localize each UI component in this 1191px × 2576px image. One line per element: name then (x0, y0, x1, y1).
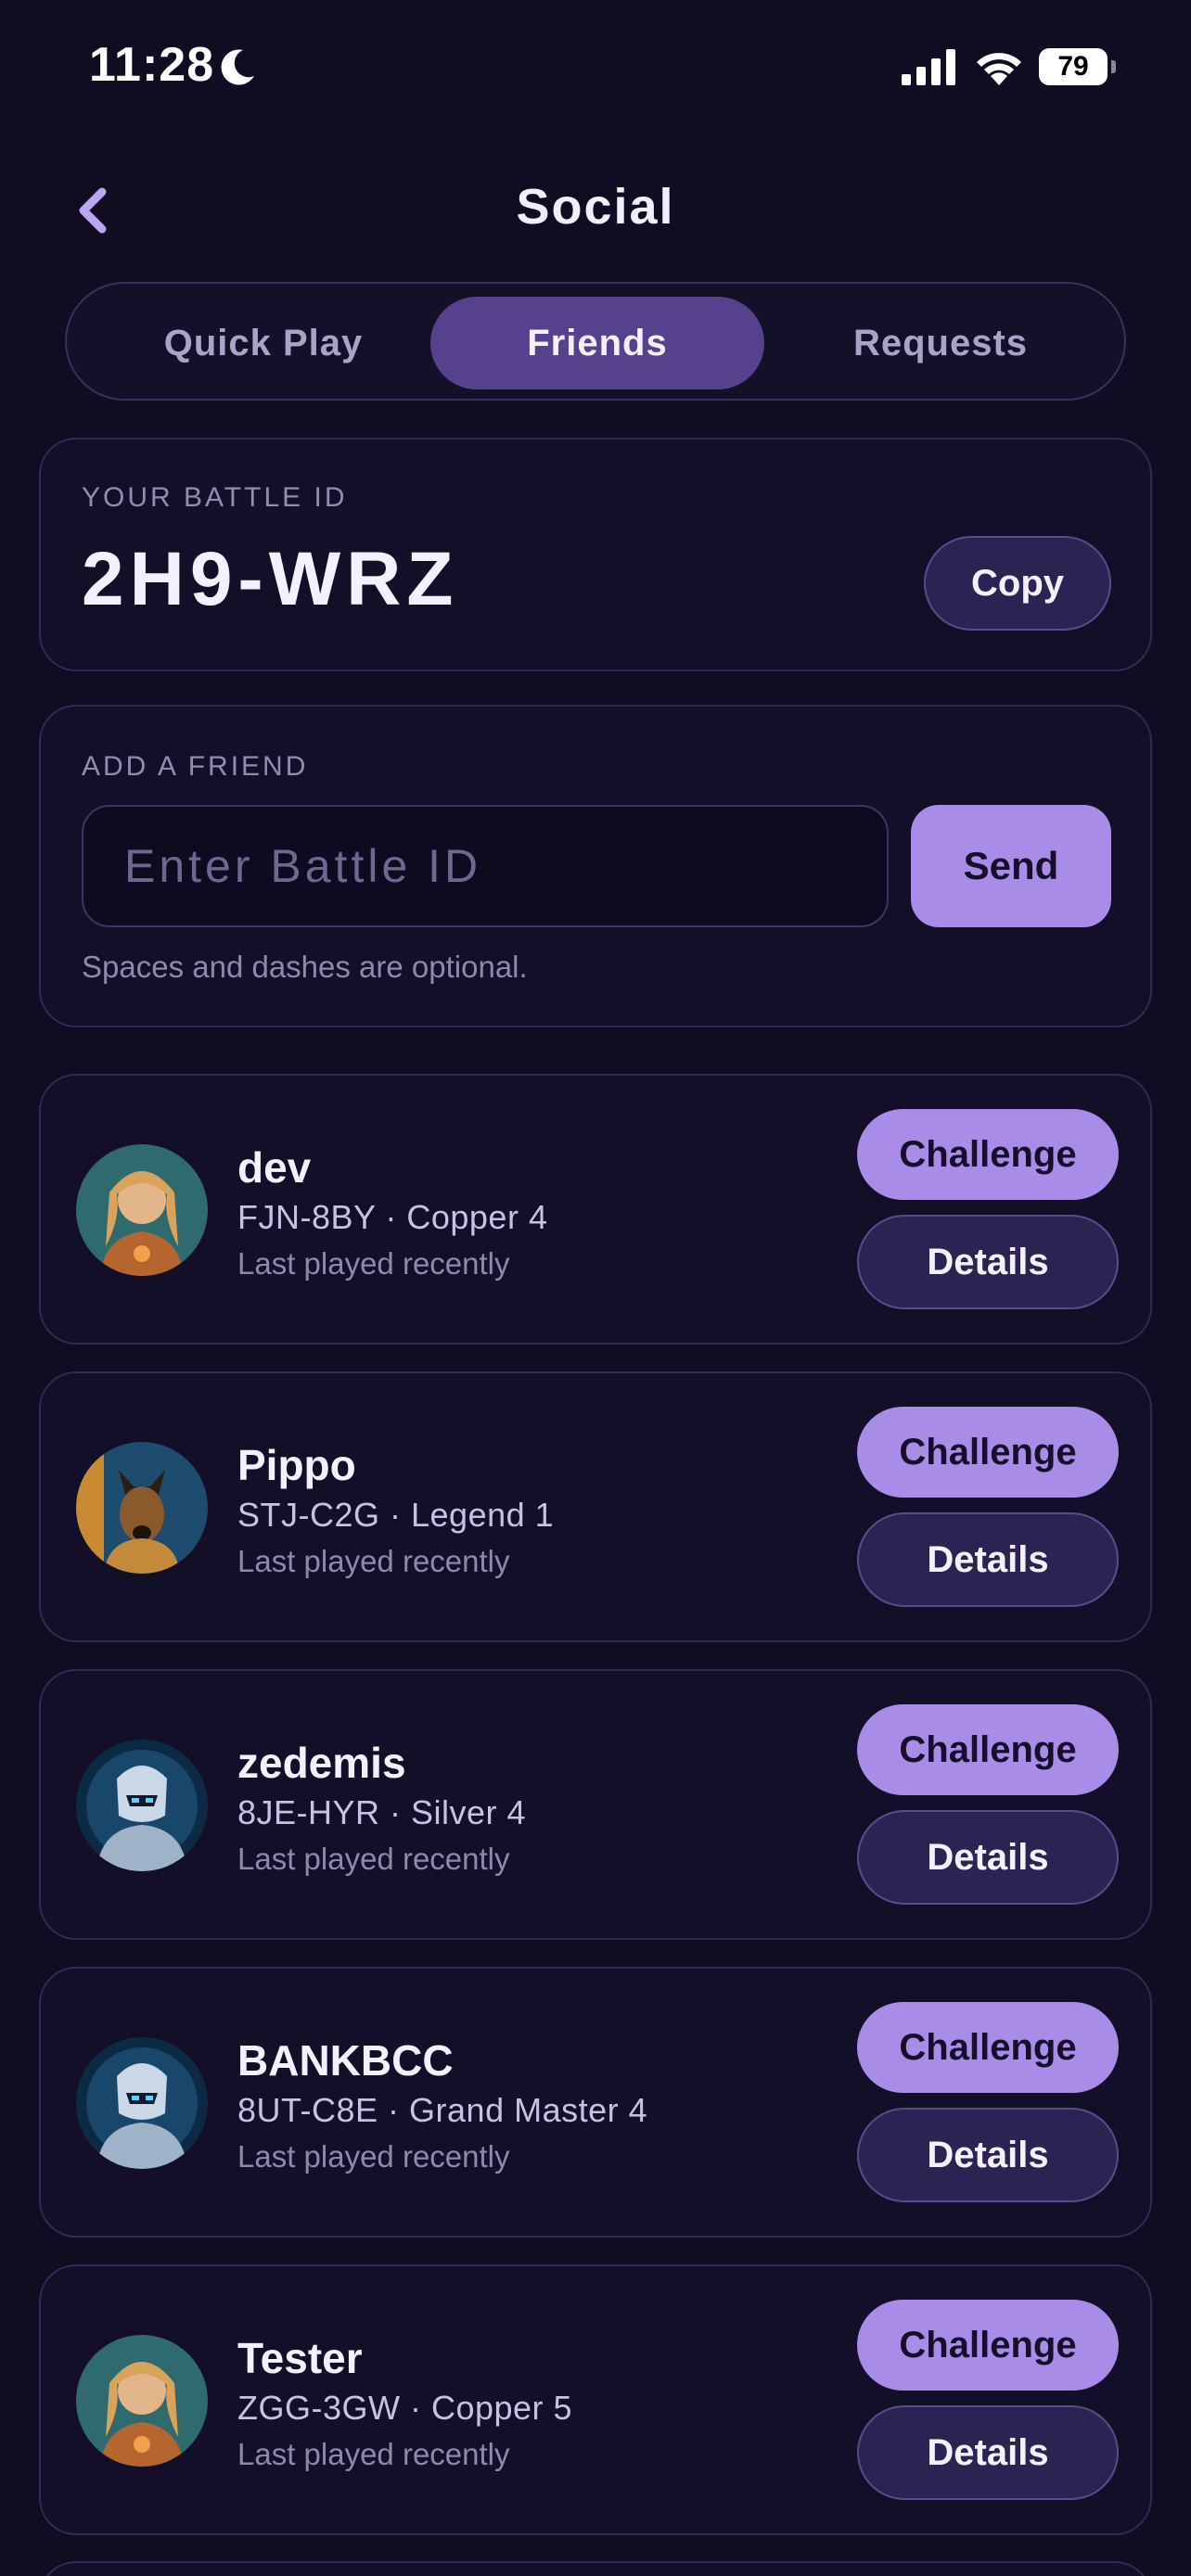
friend-battle-id-rank: 8UT-C8E · Grand Master 4 (237, 2091, 648, 2129)
friend-last-played: Last played recently (237, 2139, 510, 2174)
cellular-signal-icon (902, 49, 955, 85)
challenge-button[interactable]: Challenge (857, 1704, 1119, 1795)
friend-battle-id-rank: FJN-8BY · Copper 4 (237, 1198, 548, 1236)
details-button[interactable]: Details (857, 1810, 1119, 1905)
avatar-image (76, 1740, 208, 1871)
friend-name: dev (237, 1143, 312, 1192)
friend-name: Tester (237, 2334, 363, 2382)
wifi-icon (977, 53, 1021, 85)
friend-card: BANKBCC 8UT-C8E · Grand Master 4 Last pl… (39, 1967, 1152, 2238)
battery-level: 79 (1039, 48, 1108, 85)
battle-id-input[interactable] (82, 805, 889, 927)
details-button[interactable]: Details (857, 1215, 1119, 1309)
friend-last-played: Last played recently (237, 1246, 510, 1281)
challenge-button[interactable]: Challenge (857, 2002, 1119, 2093)
friend-name: BANKBCC (237, 2036, 454, 2085)
avatar-image (76, 1442, 208, 1574)
friend-card: Tester ZGG-3GW · Copper 5 Last played re… (39, 2264, 1152, 2535)
add-friend-card: ADD A FRIEND Send Spaces and dashes are … (39, 705, 1152, 1027)
battle-id-value: 2H9-WRZ (82, 537, 459, 621)
avatar-image (76, 1144, 208, 1276)
send-button[interactable]: Send (911, 805, 1111, 927)
tab-friends[interactable]: Friends (430, 297, 764, 389)
copy-button[interactable]: Copy (924, 536, 1111, 631)
friend-name: Pippo (237, 1441, 356, 1489)
battery-indicator: 79 (1039, 48, 1116, 85)
friend-name: zedemis (237, 1739, 406, 1787)
challenge-button[interactable]: Challenge (857, 2300, 1119, 2391)
cyber-knight-avatar (76, 2037, 208, 2169)
friend-battle-id-rank: STJ-C2G · Legend 1 (237, 1496, 555, 1534)
tab-requests[interactable]: Requests (792, 297, 1089, 389)
page-title: Social (516, 179, 675, 235)
status-time: 11:28 (89, 38, 215, 92)
add-friend-hint: Spaces and dashes are optional. (82, 950, 528, 984)
details-button[interactable]: Details (857, 2108, 1119, 2202)
battle-id-label: YOUR BATTLE ID (82, 482, 348, 513)
friend-battle-id-rank: 8JE-HYR · Silver 4 (237, 1793, 527, 1831)
friend-last-played: Last played recently (237, 2437, 510, 2471)
friend-battle-id-rank: ZGG-3GW · Copper 5 (237, 2389, 573, 2427)
tab-quick-play[interactable]: Quick Play (115, 297, 412, 389)
status-bar: 11:28 79 (0, 0, 1191, 139)
challenge-button[interactable]: Challenge (857, 1109, 1119, 1200)
friend-card-partial (39, 2561, 1152, 2576)
armored-dog-avatar (76, 1442, 208, 1574)
details-button[interactable]: Details (857, 2405, 1119, 2500)
elf-warrior-avatar (76, 1144, 208, 1276)
friend-last-played: Last played recently (237, 1544, 510, 1578)
elf-warrior-avatar (76, 2335, 208, 2467)
friend-card: dev FJN-8BY · Copper 4 Last played recen… (39, 1074, 1152, 1345)
friend-last-played: Last played recently (237, 1842, 510, 1876)
segmented-tabs: Quick Play Friends Requests (65, 282, 1126, 401)
friend-card: zedemis 8JE-HYR · Silver 4 Last played r… (39, 1669, 1152, 1940)
moon-icon (221, 49, 254, 85)
battery-tip (1111, 60, 1116, 73)
avatar-image (76, 2037, 208, 2169)
avatar-image (76, 2335, 208, 2467)
add-friend-label: ADD A FRIEND (82, 751, 309, 782)
details-button[interactable]: Details (857, 1512, 1119, 1607)
battle-id-card: YOUR BATTLE ID 2H9-WRZ Copy (39, 438, 1152, 671)
social-screen: 11:28 79 Social Quick Play Friends Reque (0, 0, 1191, 2576)
friend-card: Pippo STJ-C2G · Legend 1 Last played rec… (39, 1371, 1152, 1642)
cyber-knight-avatar (76, 1740, 208, 1871)
challenge-button[interactable]: Challenge (857, 1407, 1119, 1498)
